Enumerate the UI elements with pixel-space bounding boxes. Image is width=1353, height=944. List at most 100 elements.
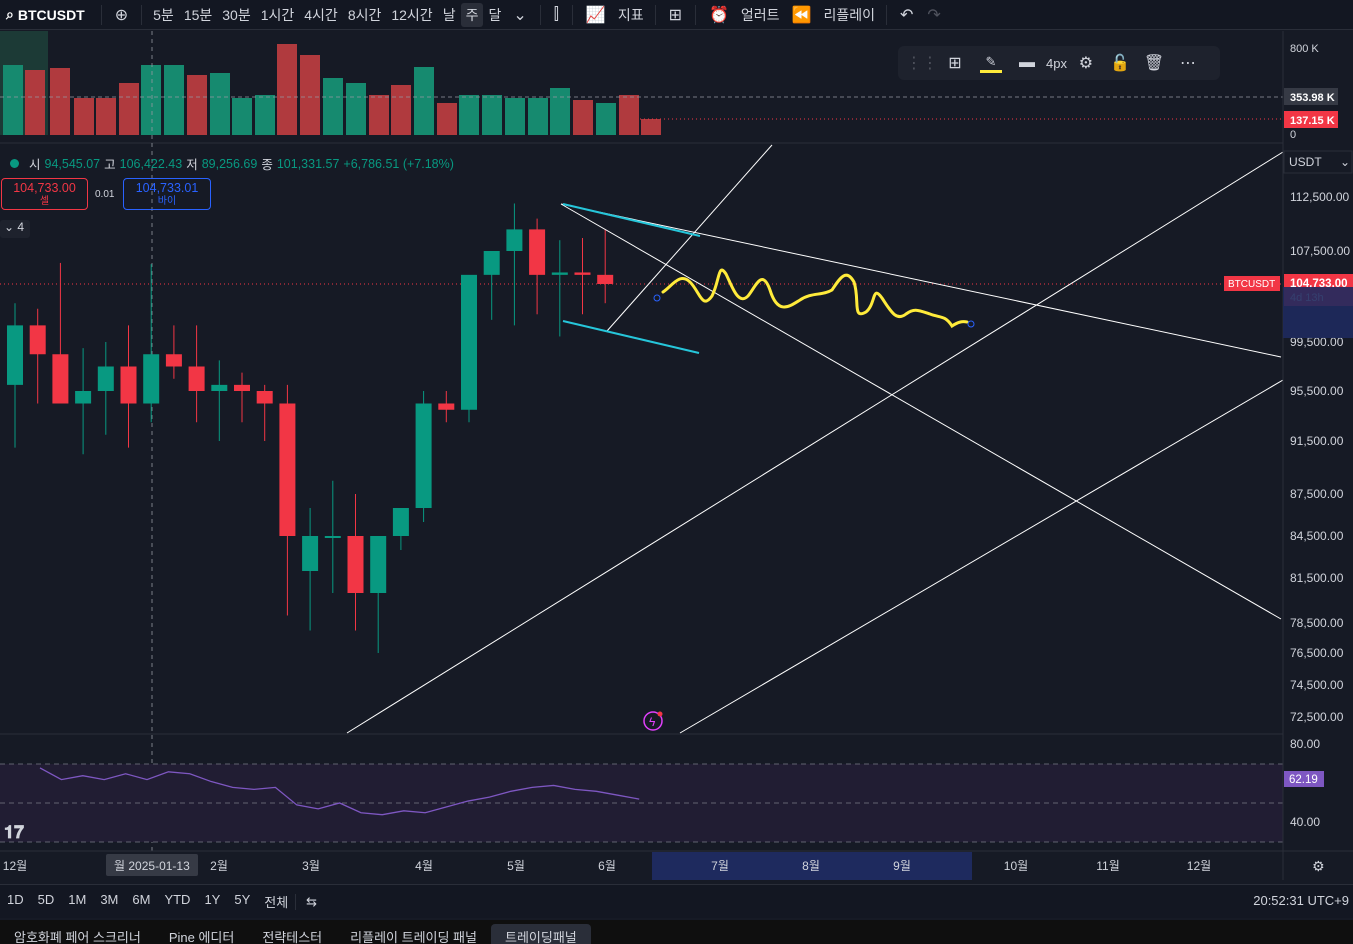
settings-gear-icon[interactable]: ⚙ — [1312, 858, 1325, 874]
volume-bar — [482, 95, 502, 135]
price-tick-label: 78,500.00 — [1290, 616, 1344, 630]
replay-button[interactable]: 리플레이 — [818, 3, 880, 27]
alert-button[interactable]: 얼러트 — [736, 3, 785, 27]
time-tick-label: 12월 — [3, 859, 27, 873]
interval-5[interactable]: 8시간 — [343, 3, 387, 27]
price-tick-label: 112,500.00 — [1290, 190, 1349, 204]
candle-body — [120, 366, 137, 404]
divider — [654, 4, 656, 25]
bottom-tab-0[interactable]: 암호화폐 페어 스크리너 — [0, 924, 155, 944]
range-button-4[interactable]: 6M — [125, 892, 157, 911]
sell-button[interactable]: 104,733.00 셀 — [1, 178, 88, 210]
more-icon[interactable]: ⋯ — [1173, 53, 1203, 73]
pen-color-icon[interactable]: ✎ — [980, 54, 1002, 73]
trash-icon[interactable]: 🗑 — [1139, 53, 1169, 73]
time-tick-label: 7월 — [711, 859, 729, 873]
range-button-2[interactable]: 1M — [61, 892, 93, 911]
bottom-tab-2[interactable]: 전략테스터 — [248, 924, 336, 944]
interval-0[interactable]: 5분 — [148, 3, 179, 27]
volume-badge-label: 353.98 K — [1290, 92, 1335, 104]
bottom-tab-3[interactable]: 리플레이 트레이딩 패널 — [336, 924, 491, 944]
volume-bar — [619, 95, 639, 135]
volume-bar — [528, 98, 548, 135]
interval-6[interactable]: 12시간 — [386, 3, 437, 27]
alarm-icon[interactable]: ⏰ — [702, 5, 736, 25]
layout-grid-icon[interactable]: ⊞ — [662, 5, 689, 25]
candle-body — [302, 536, 319, 571]
open-label: 시 — [29, 158, 41, 172]
range-button-0[interactable]: 1D — [0, 892, 31, 911]
volume-bar — [277, 44, 297, 135]
range-button-5[interactable]: YTD — [157, 892, 197, 911]
lock-icon[interactable]: 🔓 — [1105, 53, 1135, 73]
status-dot-icon — [10, 159, 19, 168]
symbol-search[interactable]: ⌕ BTCUSDT — [0, 6, 95, 23]
replay-icon[interactable]: ⏪ — [785, 5, 819, 25]
volume-bar — [255, 95, 275, 135]
ohlc-legend: 시 94,545.07 고 106,422.43 저 89,256.69 종 101,3… — [10, 154, 454, 173]
candle-style-icon[interactable]: ⫿ — [547, 6, 566, 24]
chevron-down-icon[interactable]: ⌄ — [506, 5, 533, 25]
bottom-tab-1[interactable]: Pine 에디터 — [155, 924, 249, 944]
price-tick-label: 87,500.00 — [1290, 487, 1344, 501]
volume-bar — [232, 98, 252, 135]
bottom-tab-4[interactable]: 트레이딩패널 — [490, 924, 591, 944]
sell-price: 104,733.00 — [13, 181, 76, 195]
volume-bar — [119, 83, 139, 135]
range-button-1[interactable]: 5D — [31, 892, 62, 911]
range-buttons: 1D 5D 1M 3M 6M YTD 1Y 5Y 전체 — [0, 892, 295, 911]
divider — [886, 4, 888, 25]
buy-button[interactable]: 104,733.01 바이 — [123, 178, 211, 210]
interval-7[interactable]: 날 — [438, 3, 461, 27]
redo-icon[interactable]: ↷ — [920, 5, 947, 25]
drawing-toolbar: ⋮⋮ ⊞ ✎ ▬ 4px ⚙ 🔓 🗑 ⋯ — [898, 46, 1220, 80]
indicators-icon[interactable]: 📈 — [579, 5, 613, 25]
undo-icon[interactable]: ↶ — [893, 5, 920, 25]
interval-4[interactable]: 4시간 — [299, 3, 343, 27]
range-button-8[interactable]: 전체 — [257, 892, 295, 911]
candle-body — [324, 536, 341, 538]
volume-bar — [369, 95, 389, 135]
candle-body — [97, 366, 114, 391]
template-icon[interactable]: ⊞ — [940, 53, 970, 73]
add-symbol-icon[interactable]: ⊕ — [108, 5, 135, 25]
candle-body — [597, 274, 614, 284]
bottom-panel-tabs: 암호화폐 페어 스크리너 Pine 에디터 전략테스터 리플레이 트레이딩 패널 트레이… — [0, 920, 1353, 944]
line-width-label[interactable]: 4px — [1046, 56, 1067, 71]
clock[interactable]: 20:52:31 UTC+9 — [1253, 893, 1349, 908]
rsi-value-label: 62.19 — [1289, 774, 1318, 786]
candle-body — [279, 403, 296, 536]
crosshair-time-label: 월 2025-01-13 — [114, 859, 190, 873]
interval-8[interactable]: 주 — [460, 2, 484, 27]
volume-bar — [323, 78, 343, 135]
volume-bar — [210, 73, 230, 135]
volume-bar — [74, 98, 94, 135]
candle-body — [234, 384, 250, 391]
volume-bar — [346, 83, 366, 135]
candle-body — [529, 229, 546, 275]
line-width-icon[interactable]: ▬ — [1012, 54, 1042, 72]
calendar-range-icon[interactable]: ⇆ — [295, 893, 327, 910]
drag-handle-icon[interactable]: ⋮⋮ — [906, 53, 938, 73]
settings-icon[interactable]: ⚙ — [1071, 53, 1101, 73]
range-button-3[interactable]: 3M — [93, 892, 125, 911]
interval-1[interactable]: 15분 — [179, 3, 217, 27]
interval-2[interactable]: 30분 — [217, 3, 255, 27]
time-tick-label: 12월 — [1187, 859, 1211, 873]
time-tick-label: 11월 — [1096, 859, 1120, 873]
range-button-6[interactable]: 1Y — [197, 892, 227, 911]
indicators-button[interactable]: 지표 — [613, 3, 649, 27]
range-button-7[interactable]: 5Y — [227, 892, 257, 911]
candle-body — [143, 354, 160, 404]
volume-bar — [187, 75, 207, 135]
time-tick-label: 2월 — [210, 859, 228, 873]
collapsed-count: 4 — [17, 220, 25, 234]
chevron-down-icon: ⌄ — [4, 220, 18, 234]
volume-badge-label: 137.15 K — [1290, 115, 1335, 127]
divider — [141, 4, 143, 25]
candle-body — [75, 391, 92, 404]
price-range-highlight — [1283, 287, 1353, 338]
interval-3[interactable]: 1시간 — [256, 3, 300, 27]
collapse-indicators-button[interactable]: ⌄ 4 — [0, 220, 30, 238]
interval-9[interactable]: 달 — [483, 3, 506, 27]
